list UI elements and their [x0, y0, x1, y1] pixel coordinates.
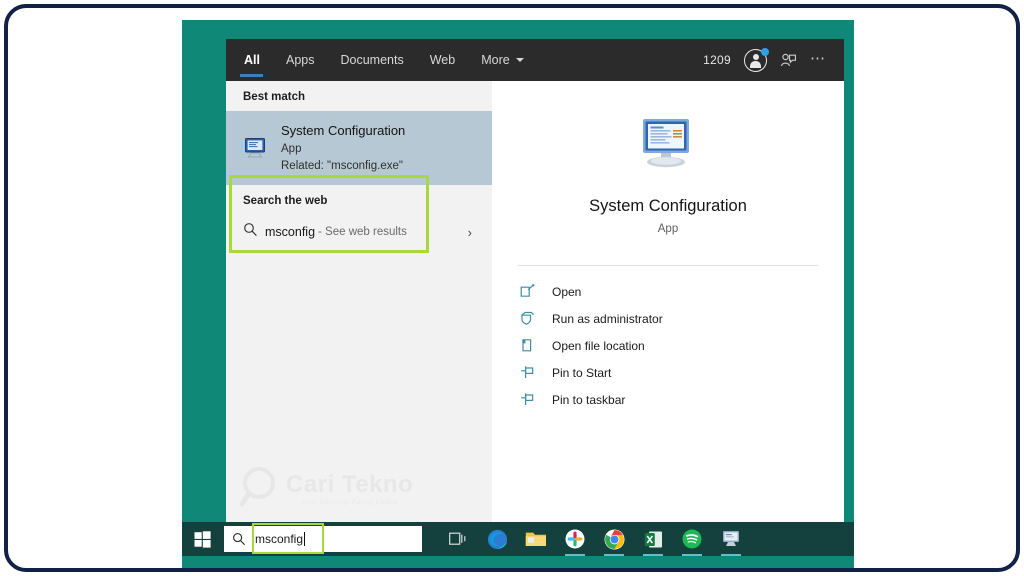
tab-documents-label: Documents	[340, 53, 403, 67]
web-result-description: - See web results	[318, 226, 407, 238]
reward-points: 1209	[703, 53, 731, 67]
taskbar-search-box[interactable]: msconfig	[224, 526, 422, 552]
best-match-heading: Best match	[226, 81, 492, 111]
tab-more[interactable]: More	[468, 39, 536, 81]
web-result-query: msconfig	[265, 225, 315, 239]
search-flyout: All Apps Documents Web More 1209	[226, 39, 844, 537]
magnifier-logo-icon	[238, 464, 284, 515]
notification-dot	[761, 48, 769, 56]
action-run-as-administrator[interactable]: Run as administrator	[492, 305, 844, 332]
task-view-icon[interactable]	[446, 527, 470, 551]
pin-taskbar-icon	[520, 392, 544, 407]
ellipsis-icon[interactable]: ⋯	[810, 51, 826, 70]
chevron-down-icon	[516, 58, 524, 62]
search-body: Best match System Configurati	[226, 81, 844, 537]
system-configuration-large-icon	[492, 117, 844, 175]
action-open[interactable]: Open	[492, 278, 844, 305]
action-pin-to-start-label: Pin to Start	[552, 366, 611, 380]
tab-apps-label: Apps	[286, 53, 315, 67]
tab-web-label: Web	[430, 53, 455, 67]
chevron-right-icon: ›	[468, 225, 472, 240]
avatar-body	[750, 61, 761, 68]
action-open-file-location[interactable]: Open file location	[492, 332, 844, 359]
best-match-title: System Configuration	[281, 122, 405, 139]
best-match-subtitle: App	[281, 141, 405, 157]
preview-subtitle: App	[492, 223, 844, 235]
search-magnifier-icon	[232, 532, 246, 546]
preview-actions: Open Run as administrator	[492, 266, 844, 413]
tab-all-label: All	[244, 53, 260, 67]
action-run-as-administrator-label: Run as administrator	[552, 312, 663, 326]
search-input[interactable]: msconfig	[255, 532, 303, 546]
microsoft-excel-icon[interactable]	[641, 527, 665, 551]
text-cursor	[304, 532, 305, 546]
avatar-head	[753, 54, 759, 60]
system-configuration-monitor-icon	[241, 137, 271, 159]
search-web-heading: Search the web	[226, 185, 492, 215]
tab-apps[interactable]: Apps	[273, 39, 328, 81]
results-column: Best match System Configurati	[226, 81, 492, 537]
watermark-title: Cari Tekno	[286, 473, 413, 497]
tab-documents[interactable]: Documents	[327, 39, 416, 81]
action-pin-to-taskbar-label: Pin to taskbar	[552, 393, 625, 407]
slack-icon[interactable]	[563, 527, 587, 551]
best-match-related: Related: "msconfig.exe"	[281, 158, 405, 174]
system-configuration-taskbar-icon[interactable]	[719, 527, 743, 551]
watermark-text: Cari Tekno Situs Teknologi Paling Update	[286, 473, 413, 506]
tab-all[interactable]: All	[226, 39, 273, 81]
account-avatar-icon[interactable]	[744, 49, 767, 72]
spotify-icon[interactable]	[680, 527, 704, 551]
pin-start-icon	[520, 365, 544, 380]
screenshot-frame: All Apps Documents Web More 1209	[4, 4, 1020, 572]
microsoft-edge-icon[interactable]	[485, 527, 509, 551]
preview-header: System Configuration App	[492, 81, 844, 235]
watermark: Cari Tekno Situs Teknologi Paling Update	[238, 464, 438, 515]
tab-more-label: More	[481, 53, 509, 67]
shield-admin-icon	[520, 311, 544, 326]
action-open-file-location-label: Open file location	[552, 339, 645, 353]
open-window-icon	[520, 284, 544, 299]
taskbar: msconfig	[182, 522, 854, 556]
best-match-text: System Configuration App Related: "mscon…	[281, 122, 405, 174]
file-explorer-icon[interactable]	[524, 527, 548, 551]
preview-column: System Configuration App Open	[492, 81, 844, 537]
feedback-person-icon[interactable]	[780, 52, 797, 69]
action-pin-to-start[interactable]: Pin to Start	[492, 359, 844, 386]
folder-location-icon	[520, 338, 544, 353]
header-spacer	[537, 39, 703, 81]
action-open-label: Open	[552, 285, 581, 299]
watermark-tagline: Situs Teknologi Paling Update	[286, 499, 413, 506]
google-chrome-icon[interactable]	[602, 527, 626, 551]
tab-web[interactable]: Web	[417, 39, 468, 81]
best-match-result[interactable]: System Configuration App Related: "mscon…	[226, 111, 492, 185]
search-header: All Apps Documents Web More 1209	[226, 39, 844, 81]
web-result-row[interactable]: msconfig - See web results ›	[226, 215, 492, 249]
search-magnifier-icon	[243, 222, 265, 242]
preview-title: System Configuration	[492, 197, 844, 216]
action-pin-to-taskbar[interactable]: Pin to taskbar	[492, 386, 844, 413]
taskbar-icons	[446, 527, 743, 551]
windows-start-icon[interactable]	[182, 522, 222, 556]
header-right-group: 1209 ⋯	[703, 39, 844, 81]
